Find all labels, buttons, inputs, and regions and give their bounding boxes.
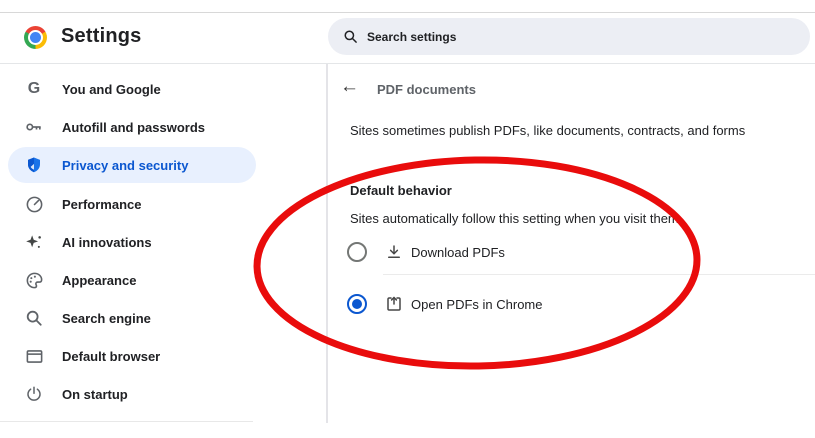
radio-option-open-pdfs-in-chrome[interactable]: Open PDFs in Chrome (347, 292, 807, 316)
sidebar-bottom-divider (0, 421, 253, 422)
sidebar-item-performance[interactable]: Performance (0, 185, 320, 223)
radio-option-download-pdfs[interactable]: Download PDFs (347, 240, 807, 264)
options-divider (383, 274, 815, 275)
magnifier-icon (24, 308, 44, 328)
app-title: Settings (61, 25, 142, 47)
sidebar-item-label: Default browser (62, 348, 161, 364)
content-divider (326, 64, 328, 423)
section-subtitle: Sites automatically follow this setting … (350, 211, 679, 226)
search-icon (343, 29, 358, 44)
google-g-icon: G (27, 80, 41, 97)
sidebar-item-search-engine[interactable]: Search engine (0, 299, 320, 337)
sidebar-item-label: Search engine (62, 310, 151, 326)
search-settings-input[interactable]: Search settings (328, 18, 810, 55)
sparkle-icon (24, 232, 44, 252)
sidebar-item-appearance[interactable]: Appearance (0, 261, 320, 299)
speedometer-icon (24, 194, 44, 214)
key-icon (24, 117, 44, 137)
sidebar-item-label: On startup (62, 386, 128, 402)
page-description: Sites sometimes publish PDFs, like docum… (350, 123, 746, 138)
section-title: Default behavior (350, 183, 452, 198)
sidebar-item-label: You and Google (62, 81, 161, 97)
radio-option-label: Download PDFs (411, 244, 505, 260)
radio-selected[interactable] (347, 294, 367, 314)
window-top-border (0, 12, 815, 13)
sidebar-item-label: Privacy and security (62, 157, 189, 173)
radio-unselected[interactable] (347, 242, 367, 262)
sidebar-item-label: Appearance (62, 272, 137, 288)
sidebar-item-ai-innovations[interactable]: AI innovations (0, 223, 320, 261)
chrome-logo-icon (24, 26, 47, 49)
download-icon (384, 242, 404, 262)
sidebar-item-autofill-and-passwords[interactable]: Autofill and passwords (0, 108, 320, 146)
power-icon (24, 384, 44, 404)
radio-option-label: Open PDFs in Chrome (411, 296, 543, 312)
search-placeholder: Search settings (367, 29, 457, 44)
browser-icon (24, 346, 44, 366)
open-in-chrome-icon (384, 294, 404, 314)
sidebar-item-you-and-google[interactable]: G You and Google (0, 70, 320, 108)
sidebar-item-label: AI innovations (62, 234, 152, 250)
page-title: PDF documents (377, 82, 476, 97)
sidebar-item-privacy-and-security[interactable]: Privacy and security (0, 146, 320, 184)
palette-icon (24, 270, 44, 290)
back-arrow-icon[interactable]: ← (340, 77, 359, 96)
header-divider (0, 63, 815, 64)
sidebar-item-label: Autofill and passwords (62, 119, 206, 135)
sidebar-item-default-browser[interactable]: Default browser (0, 337, 320, 375)
sidebar-item-label: Performance (62, 196, 142, 212)
sidebar-item-on-startup[interactable]: On startup (0, 375, 320, 413)
shield-icon (24, 155, 44, 175)
